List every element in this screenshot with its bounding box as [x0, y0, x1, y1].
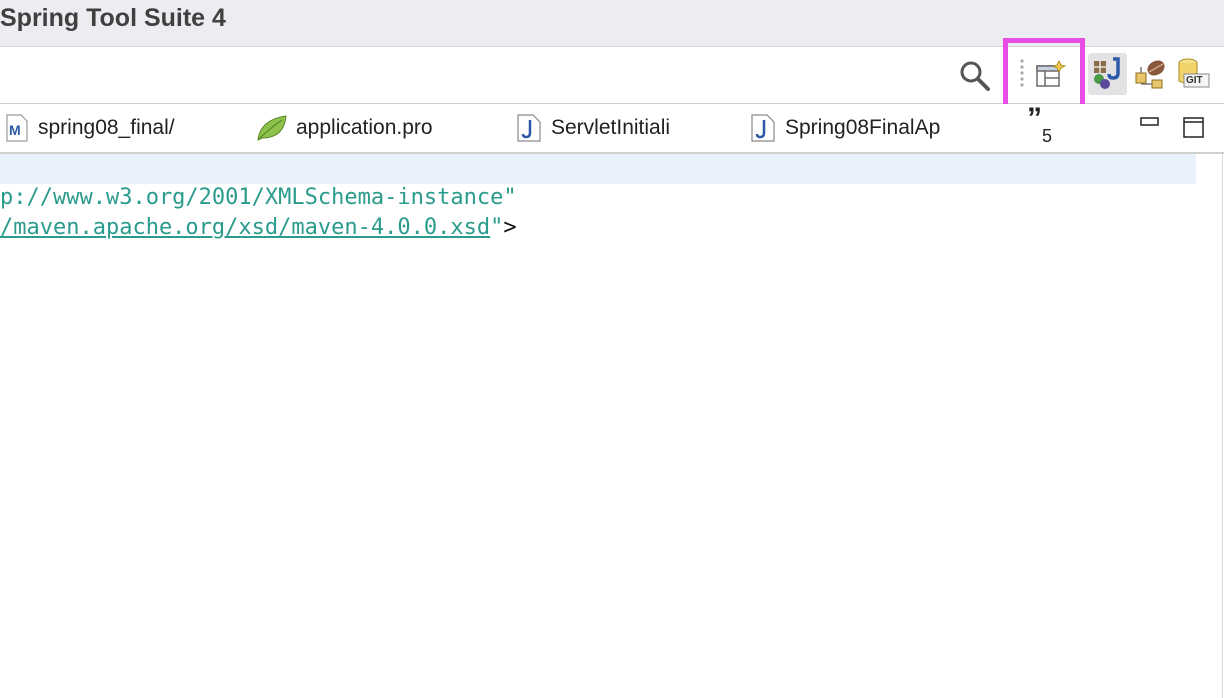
git-label: GIT [1186, 75, 1203, 86]
annotation-highlight-box [1003, 38, 1085, 110]
java-ee-perspective-button[interactable] [1088, 53, 1127, 95]
overflow-glyph: ” [1027, 102, 1042, 135]
editor-tab-application-properties[interactable]: application.pro [256, 104, 433, 152]
git-perspective-button[interactable]: GIT [1175, 57, 1211, 93]
window-title: Spring Tool Suite 4 [0, 4, 226, 32]
overflow-count: 5 [1042, 126, 1053, 146]
tab-label: spring08_final/ [38, 116, 175, 139]
maximize-icon[interactable] [1182, 116, 1206, 140]
current-line-highlight [0, 154, 1196, 184]
editor-tab-pom[interactable]: M spring08_final/ [6, 104, 175, 152]
closing-quote: " [503, 185, 517, 210]
tab-label: Spring08FinalAp [785, 116, 941, 139]
xsi-namespace-url: p://www.w3.org/2001/XMLSchema-instance [0, 185, 504, 210]
editor-tab-spring08-final-application[interactable]: Spring08FinalAp [751, 104, 940, 152]
search-icon[interactable] [958, 59, 992, 93]
java-ee-perspective-icon [1094, 57, 1120, 89]
tab-label: application.pro [296, 116, 433, 139]
maven-pom-icon: M [6, 114, 28, 142]
spring-leaf-icon [257, 115, 287, 141]
tab-label: ServletInitiali [551, 116, 671, 139]
editor-tab-bar: M spring08_final/ application.pro Servle… [0, 104, 1224, 154]
closing-quote: " [490, 215, 504, 240]
schema-location-link[interactable]: /maven.apache.org/xsd/maven-4.0.0.xsd [0, 215, 490, 240]
code-line-1: p://www.w3.org/2001/XMLSchema-instance" [0, 185, 517, 210]
code-line-2: /maven.apache.org/xsd/maven-4.0.0.xsd"> [0, 215, 517, 240]
java-file-icon [517, 114, 541, 142]
tag-close-bracket: > [503, 215, 517, 240]
editor-tab-servlet-initializer[interactable]: ServletInitiali [517, 104, 670, 152]
java-file-icon [751, 114, 775, 142]
xml-editor[interactable]: p://www.w3.org/2001/XMLSchema-instance" … [0, 154, 1223, 698]
minimize-icon[interactable] [1139, 116, 1161, 130]
spring-perspective-icon[interactable] [1134, 57, 1168, 91]
svg-text:M: M [9, 122, 21, 138]
